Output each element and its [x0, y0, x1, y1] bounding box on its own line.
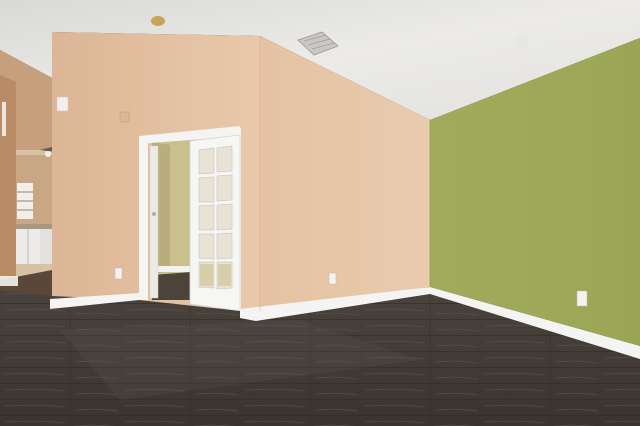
wall-outlet-center — [328, 272, 337, 285]
door-frame-left — [139, 138, 148, 300]
doorway — [139, 126, 241, 312]
smoke-detector — [515, 35, 529, 49]
room-photo — [0, 0, 640, 426]
left-hallway — [0, 50, 56, 296]
hallway-baseboard — [0, 276, 18, 286]
french-door[interactable] — [189, 134, 241, 312]
wall-outlet-right — [576, 290, 588, 307]
room-illustration — [0, 0, 640, 426]
wall-plate — [119, 111, 130, 123]
thermostat — [56, 96, 69, 112]
wall-outlet-left — [114, 267, 123, 280]
ceiling-light-fixture — [151, 16, 165, 26]
